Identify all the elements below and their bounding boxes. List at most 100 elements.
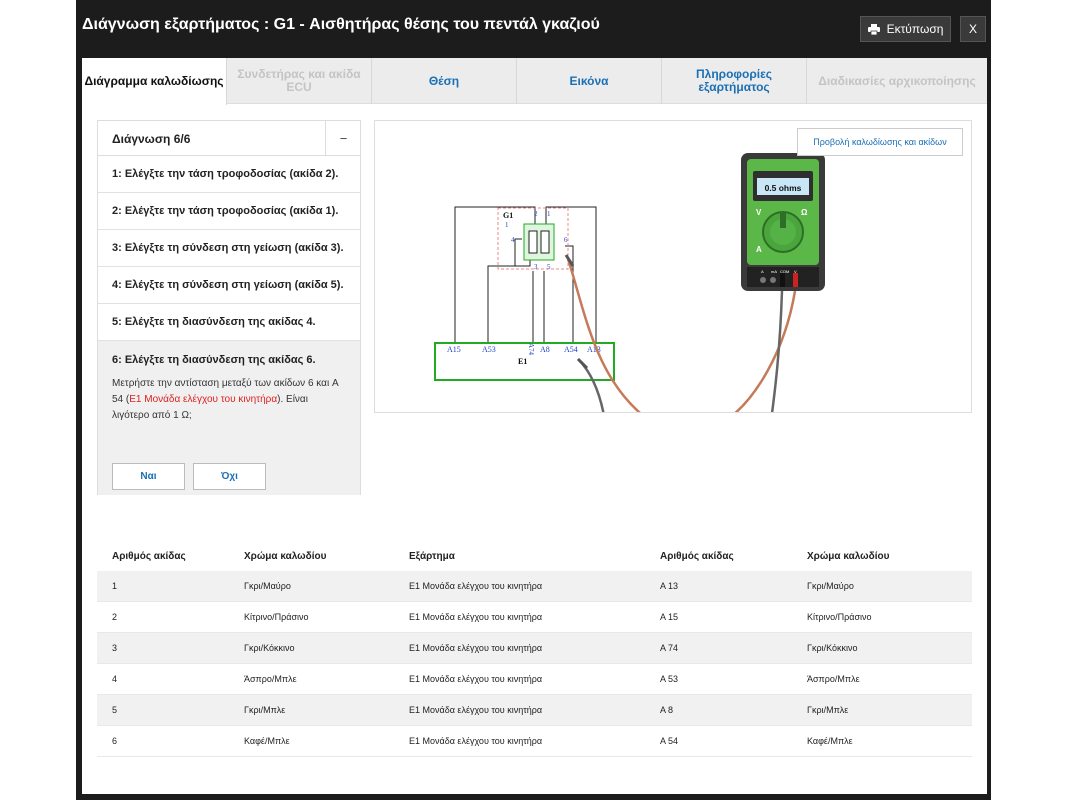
view-wiring-button[interactable]: Προβολή καλωδίωσης και ακίδων: [797, 128, 963, 156]
table-cell: Κίτρινο/Πράσινο: [244, 612, 309, 622]
svg-text:1: 1: [547, 210, 551, 218]
tab-component-info[interactable]: Πληροφορίες εξαρτήματος: [662, 58, 807, 104]
table-row: 2 Κίτρινο/Πράσινο E1 Μονάδα ελέγχου του …: [97, 602, 972, 633]
ecu-label: E1: [518, 357, 527, 366]
table-cell: A 13: [660, 581, 679, 591]
diagnosis-step[interactable]: 3: Ελέγξτε τη σύνδεση στη γείωση (ακίδα …: [98, 230, 360, 267]
diagnosis-step[interactable]: 2: Ελέγξτε την τάση τροφοδοσίας (ακίδα 1…: [98, 193, 360, 230]
yes-button[interactable]: Ναι: [112, 463, 185, 490]
ecu-link[interactable]: E1 Μονάδα ελέγχου του κινητήρα: [129, 394, 277, 405]
g1-pin: 3: [534, 263, 538, 271]
column-header: Αριθμός ακίδας: [112, 550, 186, 562]
printer-icon: [867, 23, 880, 35]
table-cell: E1 Μονάδα ελέγχου του κινητήρα: [409, 612, 543, 622]
diagnosis-step[interactable]: 1: Ελέγξτε την τάση τροφοδοσίας (ακίδα 2…: [98, 156, 360, 193]
column-header: Αριθμός ακίδας: [660, 550, 734, 562]
table-row: 1 Γκρι/Μαύρο E1 Μονάδα ελέγχου του κινητ…: [97, 571, 972, 602]
column-header: Χρώμα καλωδίου: [807, 550, 890, 562]
close-button[interactable]: X: [960, 16, 986, 42]
diagnosis-header: Διάγνωση 6/6 −: [98, 121, 360, 156]
table-cell: 2: [112, 612, 118, 622]
table-cell: A 53: [660, 674, 679, 684]
meter-jack-label: mA: [771, 269, 777, 274]
g1-pin: 1: [505, 221, 509, 229]
table-cell: Γκρι/Μπλε: [807, 705, 849, 715]
pin-table: Αριθμός ακίδας Χρώμα καλωδίου Εξάρτημα Α…: [97, 541, 972, 757]
g1-pin: 6: [564, 236, 568, 244]
column-header: Εξάρτημα: [409, 550, 455, 562]
red-probe-wire: [566, 258, 641, 412]
table-cell: E1 Μονάδα ελέγχου του κινητήρα: [409, 674, 543, 684]
g1-pin: 2: [534, 210, 538, 218]
table-cell: E1 Μονάδα ελέγχου του κινητήρα: [409, 705, 543, 715]
collapse-button[interactable]: −: [325, 121, 361, 155]
print-label: Εκτύπωση: [886, 22, 944, 36]
tab-image[interactable]: Εικόνα: [517, 58, 662, 104]
wiring-diagram-panel: G1 1 2 3 4 5 6 1 A15 A53 A74 A8 A54 A13 …: [374, 120, 972, 413]
active-step-title: 6: Ελέγξτε τη διασύνδεση της ακίδας 6.: [112, 354, 316, 366]
diagnosis-step[interactable]: 5: Ελέγξτε τη διασύνδεση της ακίδας 4.: [98, 304, 360, 341]
g1-label: G1: [503, 211, 513, 220]
table-cell: 1: [112, 581, 118, 591]
ecu-pin: A74: [527, 343, 535, 356]
table-row: 3 Γκρι/Κόκκινο E1 Μονάδα ελέγχου του κιν…: [97, 633, 972, 664]
table-cell: A 15: [660, 612, 679, 622]
dialog-title: Διάγνωση εξαρτήματος : G1 - Αισθητήρας θ…: [82, 16, 600, 33]
meter-jack-label: A: [761, 269, 764, 274]
black-probe-tip: [576, 357, 589, 370]
table-cell: 4: [112, 674, 118, 684]
ecu-pin: A53: [482, 345, 496, 354]
table-cell: A 74: [660, 643, 679, 653]
table-cell: Κίτρινο/Πράσινο: [807, 612, 872, 622]
tab-location[interactable]: Θέση: [372, 58, 517, 104]
table-cell: 6: [112, 736, 118, 746]
wiring-diagram: G1 1 2 3 4 5 6 1 A15 A53 A74 A8 A54 A13 …: [434, 153, 825, 412]
tab-bar: Διάγραμμα καλωδίωσης Συνδετήρας και ακίδ…: [82, 58, 987, 105]
meter-reading: 0.5 ohms: [765, 183, 802, 193]
table-cell: Γκρι/Κόκκινο: [807, 643, 858, 653]
table-cell: A 8: [660, 705, 674, 715]
diagnosis-panel: Διάγνωση 6/6 − 1: Ελέγξτε την τάση τροφο…: [97, 120, 361, 495]
black-probe-wire: [577, 358, 605, 412]
table-cell: Γκρι/Μπλε: [244, 705, 286, 715]
table-cell: Άσπρο/Μπλε: [807, 674, 860, 684]
table-cell: Καφέ/Μπλε: [244, 736, 290, 746]
table-cell: Γκρι/Κόκκινο: [244, 643, 295, 653]
table-cell: Γκρι/Μαύρο: [807, 581, 854, 591]
diagnosis-title: Διάγνωση 6/6: [112, 132, 191, 146]
column-header: Χρώμα καλωδίου: [244, 550, 327, 562]
red-probe-wire: [734, 290, 797, 412]
table-cell: A 54: [660, 736, 679, 746]
diagnosis-step[interactable]: 4: Ελέγξτε τη σύνδεση στη γείωση (ακίδα …: [98, 267, 360, 304]
g1-pin: 5: [547, 263, 551, 271]
tab-initialization: Διαδικασίες αρχικοποίησης: [818, 73, 976, 88]
print-button[interactable]: Εκτύπωση: [860, 16, 951, 42]
tab-wiring-diagram[interactable]: Διάγραμμα καλωδίωσης: [82, 58, 227, 105]
table-row: 6 Καφέ/Μπλε E1 Μονάδα ελέγχου του κινητή…: [97, 726, 972, 757]
table-cell: Άσπρο/Μπλε: [244, 674, 297, 684]
table-row: 5 Γκρι/Μπλε E1 Μονάδα ελέγχου του κινητή…: [97, 695, 972, 726]
g1-pin: 4: [511, 236, 515, 244]
table-cell: 5: [112, 705, 118, 715]
title-bar: Διάγνωση εξαρτήματος : G1 - Αισθητήρας θ…: [76, 0, 991, 58]
meter-mode: A: [756, 245, 762, 254]
table-cell: Γκρι/Μαύρο: [244, 581, 291, 591]
ecu-pin: A15: [447, 345, 461, 354]
table-cell: E1 Μονάδα ελέγχου του κινητήρα: [409, 736, 543, 746]
table-cell: 3: [112, 643, 118, 653]
table-header: Αριθμός ακίδας Χρώμα καλωδίου Εξάρτημα Α…: [97, 541, 972, 571]
active-step-description: Μετρήστε την αντίσταση μεταξύ των ακίδων…: [112, 376, 346, 424]
ecu-pin: A8: [540, 345, 550, 354]
component-diagnosis-dialog: Διάγνωση εξαρτήματος : G1 - Αισθητήρας θ…: [76, 0, 991, 800]
no-button[interactable]: Όχι: [193, 463, 266, 490]
meter-mode: V: [756, 208, 762, 217]
tab-ecu-connector: Συνδετήρας και ακίδα ECU: [227, 58, 372, 104]
ecu-pin: A54: [564, 345, 578, 354]
meter-mode: Ω: [801, 208, 808, 217]
table-cell: Καφέ/Μπλε: [807, 736, 853, 746]
table-cell: E1 Μονάδα ελέγχου του κινητήρα: [409, 581, 543, 591]
table-cell: E1 Μονάδα ελέγχου του κινητήρα: [409, 643, 543, 653]
multimeter: 0.5 ohms V Ω A A mA COM V: [741, 153, 825, 291]
table-row: 4 Άσπρο/Μπλε E1 Μονάδα ελέγχου του κινητ…: [97, 664, 972, 695]
dialog-content: Διάγραμμα καλωδίωσης Συνδετήρας και ακίδ…: [82, 58, 987, 794]
